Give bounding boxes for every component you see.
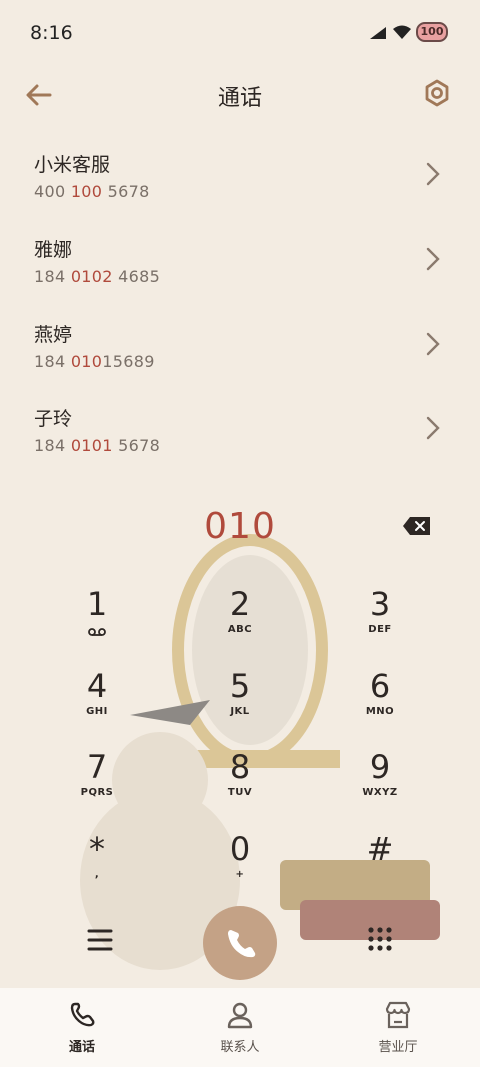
store-icon bbox=[385, 1001, 411, 1029]
contact-name: 子玲 bbox=[34, 408, 73, 430]
chevron-right-icon bbox=[426, 332, 440, 356]
tab-label: 营业厅 bbox=[378, 1040, 418, 1055]
phone-icon bbox=[70, 1002, 95, 1027]
tab-label: 通话 bbox=[68, 1040, 95, 1055]
menu-icon[interactable] bbox=[86, 927, 114, 953]
tab-label: 联系人 bbox=[220, 1040, 260, 1055]
contact-name: 小米客服 bbox=[34, 154, 111, 176]
backspace-icon[interactable] bbox=[402, 516, 432, 536]
top-bar: 通话 bbox=[0, 66, 480, 122]
wifi-icon bbox=[393, 25, 411, 39]
dialpad-icon[interactable] bbox=[366, 925, 394, 953]
page-title: 通话 bbox=[217, 86, 262, 111]
contact-suggestion[interactable]: 燕婷 184 01015689 bbox=[0, 320, 480, 404]
contact-number: 184 0101 5678 bbox=[34, 436, 161, 455]
tab-contacts[interactable]: 联系人 bbox=[190, 1000, 290, 1055]
dial-key-2[interactable]: 2 ABC bbox=[195, 586, 285, 656]
contact-suggestion[interactable]: 子玲 184 0101 5678 bbox=[0, 404, 480, 488]
contact-name: 雅娜 bbox=[34, 239, 73, 261]
dial-key-1[interactable]: 1 bbox=[52, 586, 142, 656]
chevron-right-icon bbox=[426, 247, 440, 271]
tab-calls[interactable]: 通话 bbox=[32, 1000, 132, 1055]
person-icon bbox=[227, 1002, 253, 1029]
dial-key-4[interactable]: 4 GHI bbox=[52, 668, 142, 738]
dial-key-hash[interactable]: # bbox=[335, 831, 425, 901]
contact-suggestion[interactable]: 雅娜 184 0102 4685 bbox=[0, 235, 480, 319]
dial-key-9[interactable]: 9 WXYZ bbox=[335, 749, 425, 819]
settings-icon[interactable] bbox=[422, 78, 452, 108]
dial-key-3[interactable]: 3 DEF bbox=[335, 586, 425, 656]
chevron-right-icon bbox=[426, 162, 440, 186]
dial-key-6[interactable]: 6 MNO bbox=[335, 668, 425, 738]
battery-indicator: 100 bbox=[416, 22, 448, 42]
status-bar: 8:16 100 bbox=[0, 0, 480, 66]
dial-key-8[interactable]: 8 TUV bbox=[195, 749, 285, 819]
battery-level: 100 bbox=[420, 25, 444, 38]
phone-icon bbox=[228, 930, 256, 958]
voicemail-icon bbox=[88, 628, 106, 636]
tab-store[interactable]: 营业厅 bbox=[348, 1000, 448, 1055]
contact-suggestion[interactable]: 小米客服 400 100 5678 bbox=[0, 150, 480, 234]
signal-icon bbox=[370, 27, 386, 39]
dial-key-star[interactable]: *, bbox=[52, 831, 142, 901]
dial-key-5[interactable]: 5 JKL bbox=[195, 668, 285, 738]
call-button[interactable] bbox=[203, 906, 277, 980]
contact-number: 184 01015689 bbox=[34, 352, 155, 371]
contact-name: 燕婷 bbox=[34, 324, 73, 346]
bottom-navigation: 通话 联系人 营业厅 bbox=[0, 988, 480, 1067]
dial-key-0[interactable]: 0 + bbox=[195, 831, 285, 901]
contact-number: 400 100 5678 bbox=[34, 182, 150, 201]
contact-number: 184 0102 4685 bbox=[34, 267, 161, 286]
status-time: 8:16 bbox=[30, 22, 73, 44]
dial-key-7[interactable]: 7 PQRS bbox=[52, 749, 142, 819]
chevron-right-icon bbox=[426, 416, 440, 440]
